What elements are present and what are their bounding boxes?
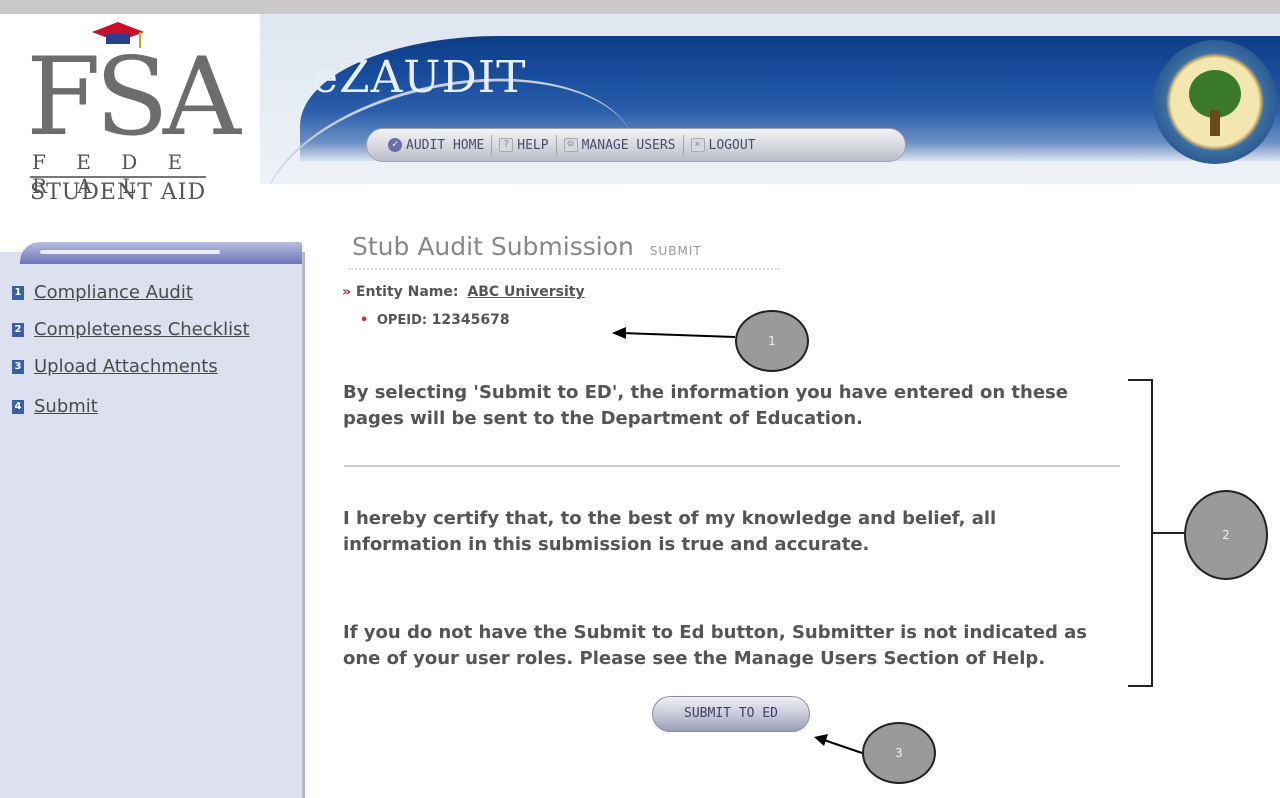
callout-arrowhead-1	[612, 327, 626, 339]
callout-arrowhead-3	[814, 734, 828, 746]
callout-arrow-1	[621, 332, 736, 338]
callout-badge-3: 3	[862, 722, 936, 784]
callout-badge-2: 2	[1184, 490, 1268, 580]
callout-arrow-3	[823, 739, 863, 754]
annotation-overlay	[612, 327, 1184, 754]
callout-badge-1: 1	[735, 310, 809, 372]
bracket-2	[1128, 379, 1153, 687]
